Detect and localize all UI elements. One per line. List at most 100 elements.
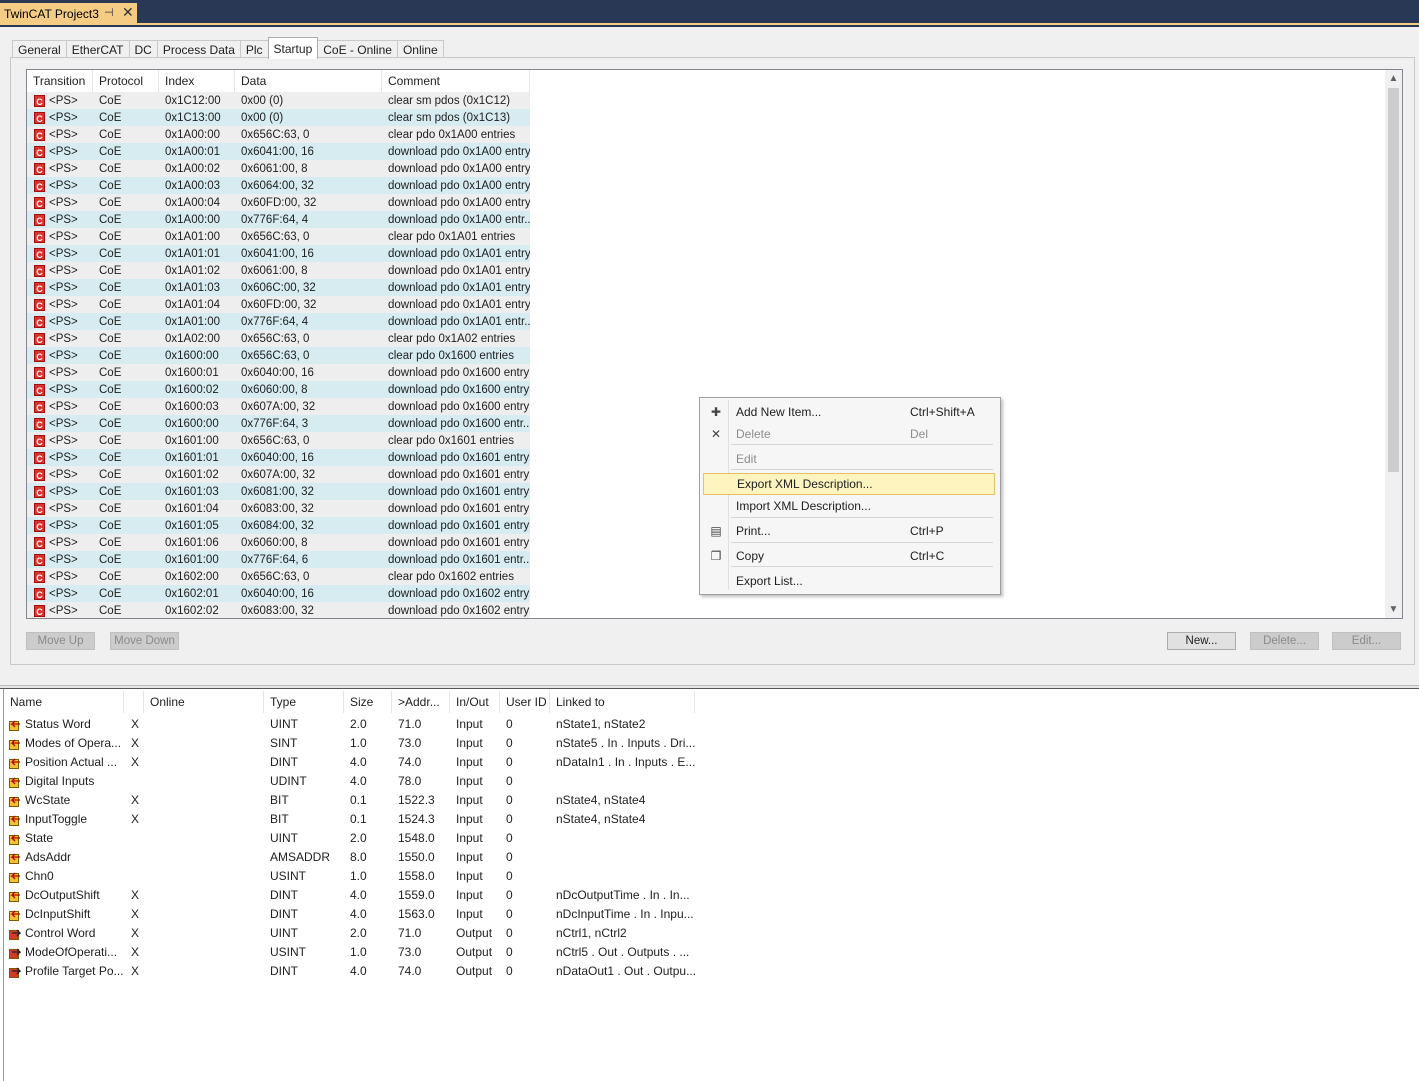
table-row[interactable]: C <PS> CoE 0x1A00:04 0x60FD:00, 32 download p…	[27, 194, 530, 211]
table-row[interactable]: C <PS> CoE 0x1A01:00 0x776F:64, 4 download pd…	[27, 313, 530, 330]
delete-button[interactable]: Delete...	[1250, 632, 1319, 650]
var-type: UINT	[270, 830, 298, 845]
table-row[interactable]: C <PS> CoE 0x1C13:00 0x00 (0) clear sm pdos (…	[27, 109, 530, 126]
menu-item-add-new-item[interactable]: ✚ Add New Item... Ctrl+Shift+A	[703, 401, 995, 423]
var-size: 4.0	[350, 773, 367, 788]
table-row[interactable]: C <PS> CoE 0x1600:02 0x6060:00, 8 download pd…	[27, 381, 530, 398]
table-row[interactable]: C <PS> CoE 0x1C12:00 0x00 (0) clear sm pdos (…	[27, 92, 530, 109]
cell-transition: C <PS>	[27, 332, 93, 345]
var-io: Input	[456, 811, 483, 826]
table-row[interactable]: C <PS> CoE 0x1A00:02 0x6061:00, 8 download pd…	[27, 160, 530, 177]
column-header-name[interactable]: Name	[4, 691, 124, 713]
menu-item-import-xml-description[interactable]: Import XML Description...	[703, 495, 995, 517]
table-row[interactable]: C <PS> CoE 0x1600:00 0x776F:64, 3 download pd…	[27, 415, 530, 432]
table-row[interactable]: C <PS> CoE 0x1601:01 0x6040:00, 16 download p…	[27, 449, 530, 466]
menu-item-export-list[interactable]: Export List...	[703, 570, 995, 592]
menu-item-delete[interactable]: ✕ Delete Del	[703, 423, 995, 445]
vertical-scrollbar[interactable]: ▲ ▼	[1385, 70, 1402, 618]
edit-button[interactable]: Edit...	[1332, 632, 1401, 650]
cell-comment: download pdo 0x1600 entry	[388, 400, 530, 413]
menu-item-export-xml-description[interactable]: Export XML Description...	[703, 473, 995, 495]
move-up-button[interactable]: Move Up	[26, 632, 95, 650]
table-row[interactable]: C <PS> CoE 0x1602:00 0x656C:63, 0 clear pdo 0…	[27, 568, 530, 585]
table-row[interactable]: C <PS> CoE 0x1601:04 0x6083:00, 32 download p…	[27, 500, 530, 517]
table-row[interactable]: C <PS> CoE 0x1A00:01 0x6041:00, 16 download p…	[27, 143, 530, 160]
table-row[interactable]: C <PS> CoE 0x1601:06 0x6060:00, 8 download pd…	[27, 534, 530, 551]
variable-row[interactable]: Status Word X UINT 2.0 71.0 Input 0 nState1, nS…	[4, 714, 695, 733]
coe-command-icon: C	[34, 247, 45, 260]
table-row[interactable]: C <PS> CoE 0x1600:01 0x6040:00, 16 download p…	[27, 364, 530, 381]
move-down-button[interactable]: Move Down	[110, 632, 179, 650]
column-header--addr-[interactable]: >Addr...	[392, 691, 450, 713]
variable-row[interactable]: DcInputShift X DINT 4.0 1563.0 Input 0 nDcInput…	[4, 904, 695, 923]
table-row[interactable]: C <PS> CoE 0x1602:02 0x6083:00, 32 download p…	[27, 602, 530, 618]
variable-row[interactable]: InputToggle X BIT 0.1 1524.3 Input 0 nState4, n…	[4, 809, 695, 828]
table-row[interactable]: C <PS> CoE 0x1A00:00 0x656C:63, 0 clear pdo 0…	[27, 126, 530, 143]
table-row[interactable]: C <PS> CoE 0x1601:02 0x607A:00, 32 download p…	[27, 466, 530, 483]
tab-startup[interactable]: Startup	[267, 37, 319, 59]
column-header-online[interactable]: Online	[144, 691, 264, 713]
column-header-type[interactable]: Type	[264, 691, 344, 713]
scroll-up-icon[interactable]: ▲	[1385, 70, 1402, 87]
variables-list[interactable]: Name Online Type Size >Addr... In/Out User ID L…	[3, 689, 1419, 1081]
column-header-size[interactable]: Size	[344, 691, 392, 713]
cell-comment: download pdo 0x1601 entry	[388, 451, 530, 464]
add-item-icon: ✚	[710, 405, 722, 419]
variable-row[interactable]: WcState X BIT 0.1 1522.3 Input 0 nState4, nStat…	[4, 790, 695, 809]
column-header-in-out[interactable]: In/Out	[450, 691, 500, 713]
variable-row[interactable]: Modes of Opera... X SINT 1.0 73.0 Input 0 nStat…	[4, 733, 695, 752]
variable-row[interactable]: Profile Target Po... X DINT 4.0 74.0 Output 0 n…	[4, 961, 695, 980]
table-row[interactable]: C <PS> CoE 0x1A01:03 0x606C:00, 32 download p…	[27, 279, 530, 296]
variable-row[interactable]: DcOutputShift X DINT 4.0 1559.0 Input 0 nDcOutp…	[4, 885, 695, 904]
column-header-protocol[interactable]: Protocol	[93, 70, 159, 92]
var-x: X	[131, 811, 140, 826]
column-header-data[interactable]: Data	[235, 70, 382, 92]
cell-index: 0x1601:01	[165, 451, 219, 464]
table-row[interactable]: C <PS> CoE 0x1601:03 0x6081:00, 32 download p…	[27, 483, 530, 500]
cell-transition: C <PS>	[27, 417, 93, 430]
table-row[interactable]: C <PS> CoE 0x1601:00 0x656C:63, 0 clear pdo 0…	[27, 432, 530, 449]
scroll-down-icon[interactable]: ▼	[1385, 601, 1402, 618]
table-row[interactable]: C <PS> CoE 0x1600:00 0x656C:63, 0 clear pdo 0…	[27, 347, 530, 364]
variable-row[interactable]: Digital Inputs UDINT 4.0 78.0 Input 0	[4, 771, 695, 790]
table-row[interactable]: C <PS> CoE 0x1A01:00 0x656C:63, 0 clear pdo 0…	[27, 228, 530, 245]
column-header-transition[interactable]: Transition	[27, 70, 93, 92]
column-header-linked-to[interactable]: Linked to	[550, 691, 695, 713]
table-row[interactable]: C <PS> CoE 0x1601:05 0x6084:00, 32 download p…	[27, 517, 530, 534]
table-row[interactable]: C <PS> CoE 0x1602:01 0x6040:00, 16 download p…	[27, 585, 530, 602]
variable-row[interactable]: AdsAddr AMSADDR 8.0 1550.0 Input 0	[4, 847, 695, 866]
variable-row[interactable]: Control Word X UINT 2.0 71.0 Output 0 nCtrl1, n…	[4, 923, 695, 942]
variable-row[interactable]: Chn0 USINT 1.0 1558.0 Input 0	[4, 866, 695, 885]
menu-item-print[interactable]: ▤ Print... Ctrl+P	[703, 520, 995, 542]
new-button[interactable]: New...	[1167, 632, 1236, 650]
variable-row[interactable]: State UINT 2.0 1548.0 Input 0	[4, 828, 695, 847]
pin-icon[interactable]: ⊣	[104, 6, 114, 19]
table-row[interactable]: C <PS> CoE 0x1A00:00 0x776F:64, 4 download pd…	[27, 211, 530, 228]
variable-row[interactable]: ModeOfOperati... X USINT 1.0 73.0 Output 0 nCtr…	[4, 942, 695, 961]
column-header-comment[interactable]: Comment	[382, 70, 530, 92]
var-addr: 1522.3	[398, 792, 435, 807]
var-uid: 0	[506, 811, 513, 826]
table-row[interactable]: C <PS> CoE 0x1A01:01 0x6041:00, 16 download p…	[27, 245, 530, 262]
column-header-user-id[interactable]: User ID	[500, 691, 550, 713]
document-tab[interactable]: TwinCAT Project3 ⊣ ✕	[0, 3, 137, 25]
table-row[interactable]: C <PS> CoE 0x1A00:03 0x6064:00, 32 download p…	[27, 177, 530, 194]
close-icon[interactable]: ✕	[122, 4, 134, 21]
table-row[interactable]: C <PS> CoE 0x1601:00 0x776F:64, 6 download pd…	[27, 551, 530, 568]
table-row[interactable]: C <PS> CoE 0x1A02:00 0x656C:63, 0 clear pdo 0…	[27, 330, 530, 347]
scrollbar-thumb[interactable]	[1388, 88, 1399, 472]
table-row[interactable]: C <PS> CoE 0x1A01:04 0x60FD:00, 32 download p…	[27, 296, 530, 313]
column-header-flag[interactable]	[124, 691, 144, 713]
variable-row[interactable]: Position Actual ... X DINT 4.0 74.0 Input 0 nDa…	[4, 752, 695, 771]
table-row[interactable]: C <PS> CoE 0x1A01:02 0x6061:00, 8 download pd…	[27, 262, 530, 279]
transition-text: <PS>	[49, 128, 78, 141]
column-header-index[interactable]: Index	[159, 70, 235, 92]
transition-text: <PS>	[49, 417, 78, 430]
menu-item-copy[interactable]: ❐ Copy Ctrl+C	[703, 545, 995, 567]
menu-item-label: Edit	[736, 452, 757, 466]
var-io: Input	[456, 716, 483, 731]
menu-item-edit[interactable]: Edit	[703, 448, 995, 470]
transition-text: <PS>	[49, 264, 78, 277]
transition-text: <PS>	[49, 451, 78, 464]
table-row[interactable]: C <PS> CoE 0x1600:03 0x607A:00, 32 download p…	[27, 398, 530, 415]
